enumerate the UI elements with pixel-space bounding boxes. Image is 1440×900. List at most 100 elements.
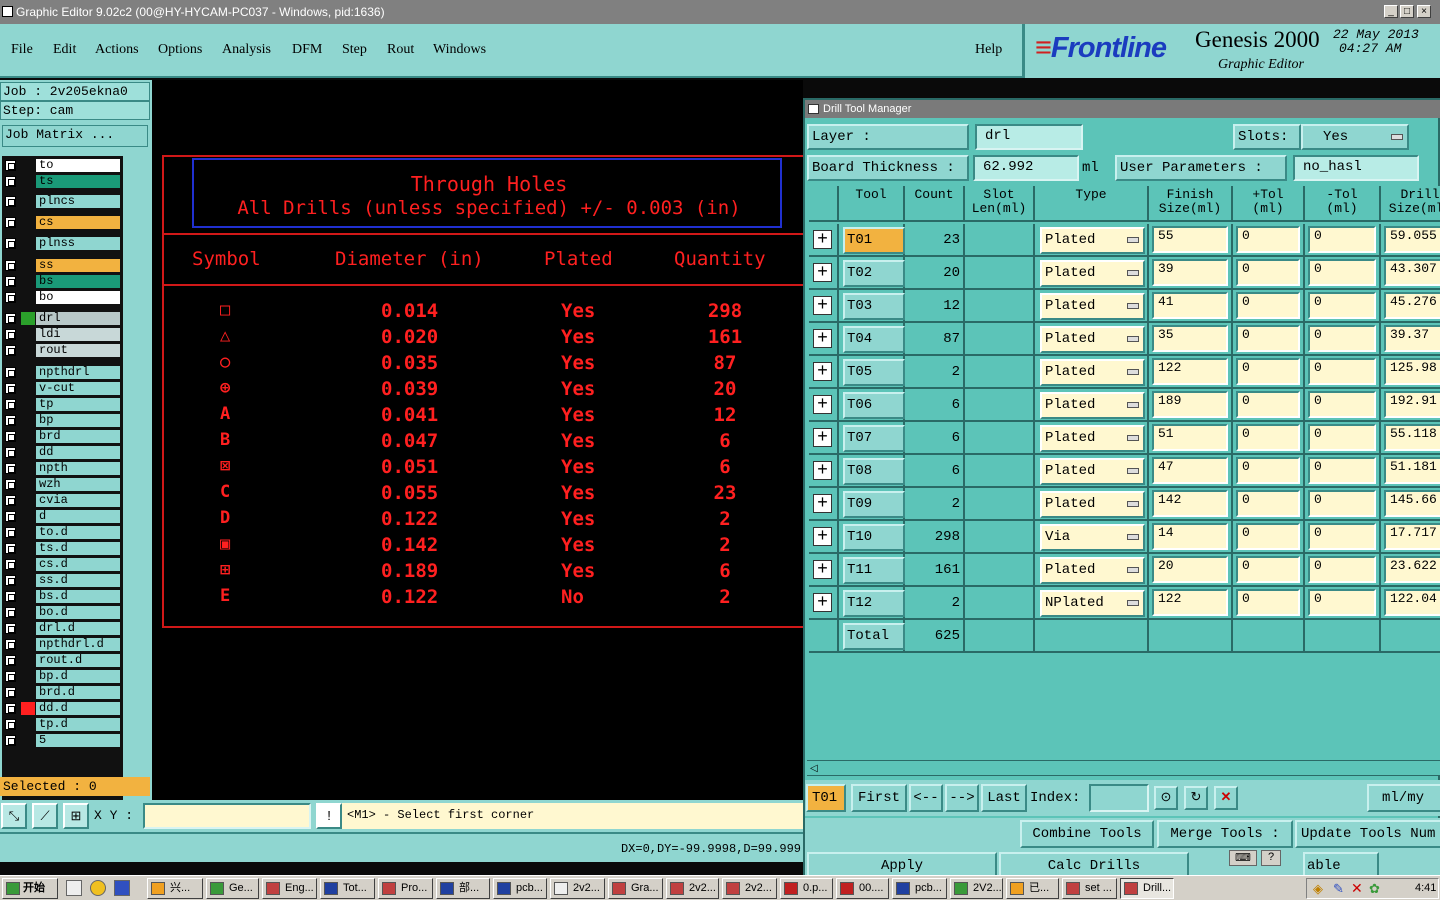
layer-checkbox[interactable] (5, 217, 16, 228)
layer-name[interactable]: brd (36, 430, 120, 443)
mtol-input[interactable]: 0 (1308, 457, 1376, 484)
menu-file[interactable]: File (11, 42, 33, 58)
layer-name[interactable]: wzh (36, 478, 120, 491)
layer-name[interactable]: ts (36, 175, 120, 188)
drill-input[interactable]: 51.181 (1384, 457, 1440, 484)
tool-row[interactable]: + T04 87 Plated 35 0 0 39.37 (809, 323, 1440, 356)
index-input[interactable] (1089, 784, 1149, 812)
xy-input[interactable] (143, 803, 311, 829)
layer-row[interactable]: wzh (2, 477, 123, 492)
mtol-input[interactable]: 0 (1308, 292, 1376, 319)
first-button[interactable]: First (851, 784, 907, 812)
tool-button[interactable]: T09 (843, 491, 905, 518)
layer-checkbox[interactable] (5, 329, 16, 340)
layer-checkbox[interactable] (5, 447, 16, 458)
menu-edit[interactable]: Edit (53, 42, 76, 58)
layer-checkbox[interactable] (5, 511, 16, 522)
layer-checkbox[interactable] (5, 671, 16, 682)
mtol-input[interactable]: 0 (1308, 391, 1376, 418)
layer-row[interactable]: dd (2, 445, 123, 460)
next-button[interactable]: --> (945, 784, 979, 812)
layer-row[interactable]: to (2, 158, 123, 173)
layer-row[interactable]: bs (2, 274, 123, 289)
update-tools-num-button[interactable]: Update Tools Num (1295, 820, 1440, 848)
type-dropdown[interactable]: Plated (1040, 326, 1145, 353)
finish-input[interactable]: 51 (1152, 424, 1228, 451)
finish-input[interactable]: 47 (1152, 457, 1228, 484)
tool-row[interactable]: + T06 6 Plated 189 0 0 192.91 (809, 389, 1440, 422)
layer-name[interactable]: npthdrl (36, 366, 120, 379)
type-dropdown[interactable]: Plated (1040, 458, 1145, 485)
layer-checkbox[interactable] (5, 431, 16, 442)
mtol-input[interactable]: 0 (1308, 226, 1376, 253)
layer-name[interactable]: bs.d (36, 590, 120, 603)
expand-icon[interactable]: + (813, 460, 832, 480)
layer-checkbox[interactable] (5, 276, 16, 287)
quicklaunch-icon[interactable] (66, 880, 82, 896)
minimize-button[interactable]: _ (1384, 5, 1398, 18)
type-dropdown[interactable]: Plated (1040, 491, 1145, 518)
slots-dropdown[interactable]: Yes (1301, 124, 1409, 150)
layer-checkbox[interactable] (5, 238, 16, 249)
layer-name[interactable]: bp (36, 414, 120, 427)
menu-actions[interactable]: Actions (95, 42, 139, 58)
layer-row[interactable]: bp (2, 413, 123, 428)
layer-checkbox[interactable] (5, 160, 16, 171)
layer-checkbox[interactable] (5, 176, 16, 187)
menu-rout[interactable]: Rout (387, 42, 414, 58)
ptol-input[interactable]: 0 (1236, 457, 1300, 484)
layer-row[interactable]: ts.d (2, 541, 123, 556)
layer-checkbox[interactable] (5, 292, 16, 303)
drill-input[interactable]: 43.307 (1384, 259, 1440, 286)
board-thickness-input[interactable]: 62.992 (973, 155, 1079, 181)
ptol-input[interactable]: 0 (1236, 424, 1300, 451)
tool-button[interactable]: T12 (843, 590, 905, 617)
close-button[interactable]: × (1417, 5, 1431, 18)
tool-button[interactable]: T05 (843, 359, 905, 386)
ptol-input[interactable]: 0 (1236, 391, 1300, 418)
layer-checkbox[interactable] (5, 463, 16, 474)
layer-name[interactable]: cs.d (36, 558, 120, 571)
alert-icon[interactable]: ! (316, 803, 342, 829)
expand-icon[interactable]: + (813, 262, 832, 282)
type-dropdown[interactable]: Plated (1040, 227, 1145, 254)
type-dropdown[interactable]: Plated (1040, 293, 1145, 320)
layer-checkbox[interactable] (5, 623, 16, 634)
layer-name[interactable]: plncs (36, 195, 120, 208)
scroll-left-icon[interactable]: ◁ (810, 763, 818, 774)
type-dropdown[interactable]: Plated (1040, 359, 1145, 386)
taskbar-item[interactable]: pcb... (493, 878, 547, 899)
tool-button[interactable]: T08 (843, 458, 905, 485)
drill-input[interactable]: 145.66 (1384, 490, 1440, 517)
quicklaunch-icon[interactable] (90, 880, 106, 896)
layer-name[interactable]: tp (36, 398, 120, 411)
menu-help[interactable]: Help (975, 42, 1002, 58)
finish-input[interactable]: 35 (1152, 325, 1228, 352)
layer-name[interactable]: drl (36, 312, 120, 325)
expand-icon[interactable]: + (813, 526, 832, 546)
layer-row[interactable]: brd (2, 429, 123, 444)
layer-name[interactable]: dd (36, 446, 120, 459)
layer-row[interactable]: npthdrl (2, 365, 123, 380)
tool-row[interactable]: + T10 298 Via 14 0 0 17.717 (809, 521, 1440, 554)
tool-button[interactable]: T11 (843, 557, 905, 584)
taskbar-item[interactable]: Ge... (206, 878, 259, 899)
tool-button[interactable]: T02 (843, 260, 905, 287)
type-dropdown[interactable]: Plated (1040, 557, 1145, 584)
layer-checkbox[interactable] (5, 196, 16, 207)
layer-row[interactable]: d (2, 509, 123, 524)
mtol-input[interactable]: 0 (1308, 325, 1376, 352)
mtol-input[interactable]: 0 (1308, 424, 1376, 451)
ptol-input[interactable]: 0 (1236, 292, 1300, 319)
layer-name[interactable]: dd.d (36, 702, 120, 715)
layer-row[interactable]: bp.d (2, 669, 123, 684)
drill-input[interactable]: 23.622 (1384, 556, 1440, 583)
layer-name[interactable]: ts.d (36, 542, 120, 555)
finish-input[interactable]: 122 (1152, 358, 1228, 385)
tray-icon[interactable]: ◈ (1313, 881, 1323, 897)
taskbar-item[interactable]: Drill... (1120, 878, 1174, 899)
expand-icon[interactable]: + (813, 229, 832, 249)
mtol-input[interactable]: 0 (1308, 556, 1376, 583)
layer-checkbox[interactable] (5, 559, 16, 570)
finish-input[interactable]: 189 (1152, 391, 1228, 418)
